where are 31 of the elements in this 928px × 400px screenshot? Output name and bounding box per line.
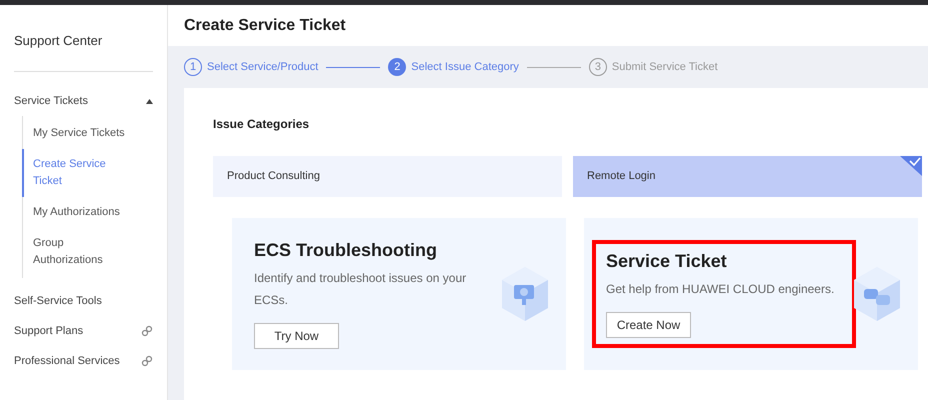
step-number: 1 [184, 58, 202, 76]
page-title: Create Service Ticket [184, 16, 346, 36]
caret-up-icon[interactable] [146, 98, 153, 104]
submenu-item[interactable]: My Service Tickets [22, 118, 134, 149]
category-option[interactable]: Remote Login [573, 156, 922, 197]
option-title: ECS Troubleshooting [254, 239, 438, 261]
chat-cube-icon [852, 265, 902, 323]
sidebar-title: Support Center [14, 32, 102, 50]
link-icon [141, 325, 153, 337]
option-button[interactable]: Try Now [254, 323, 339, 349]
step-number: 3 [588, 58, 607, 76]
sidebar-item[interactable]: Support Plans [14, 322, 84, 340]
section-title: Issue Categories [213, 116, 310, 133]
sidebar-item[interactable]: Service Tickets [14, 92, 88, 110]
submenu-item[interactable]: Group Authorizations [22, 228, 134, 276]
sidebar-item[interactable]: Professional Services [14, 352, 120, 370]
option-title: Service Ticket [606, 250, 728, 272]
submenu-item[interactable]: Create Service Ticket [22, 149, 134, 197]
category-option[interactable]: Product Consulting [213, 156, 562, 197]
option-description: Identify and troubleshoot issues on your ECSs. [254, 270, 468, 309]
option-description: Get help from HUAWEI CLOUD engineers. [606, 281, 836, 298]
option-button[interactable]: Create Now [606, 312, 691, 338]
monitor-cube-icon [500, 265, 550, 323]
step-label: Submit Service Ticket [612, 60, 718, 75]
submenu-item[interactable]: My Authorizations [22, 197, 134, 228]
step-number: 2 [388, 58, 406, 76]
step-label: Select Service/Product [207, 60, 318, 75]
sidebar-item[interactable]: Self-Service Tools [14, 292, 102, 310]
step-label: Select Issue Category [411, 60, 519, 75]
link-icon [141, 355, 153, 367]
checkmark-icon [900, 156, 922, 176]
